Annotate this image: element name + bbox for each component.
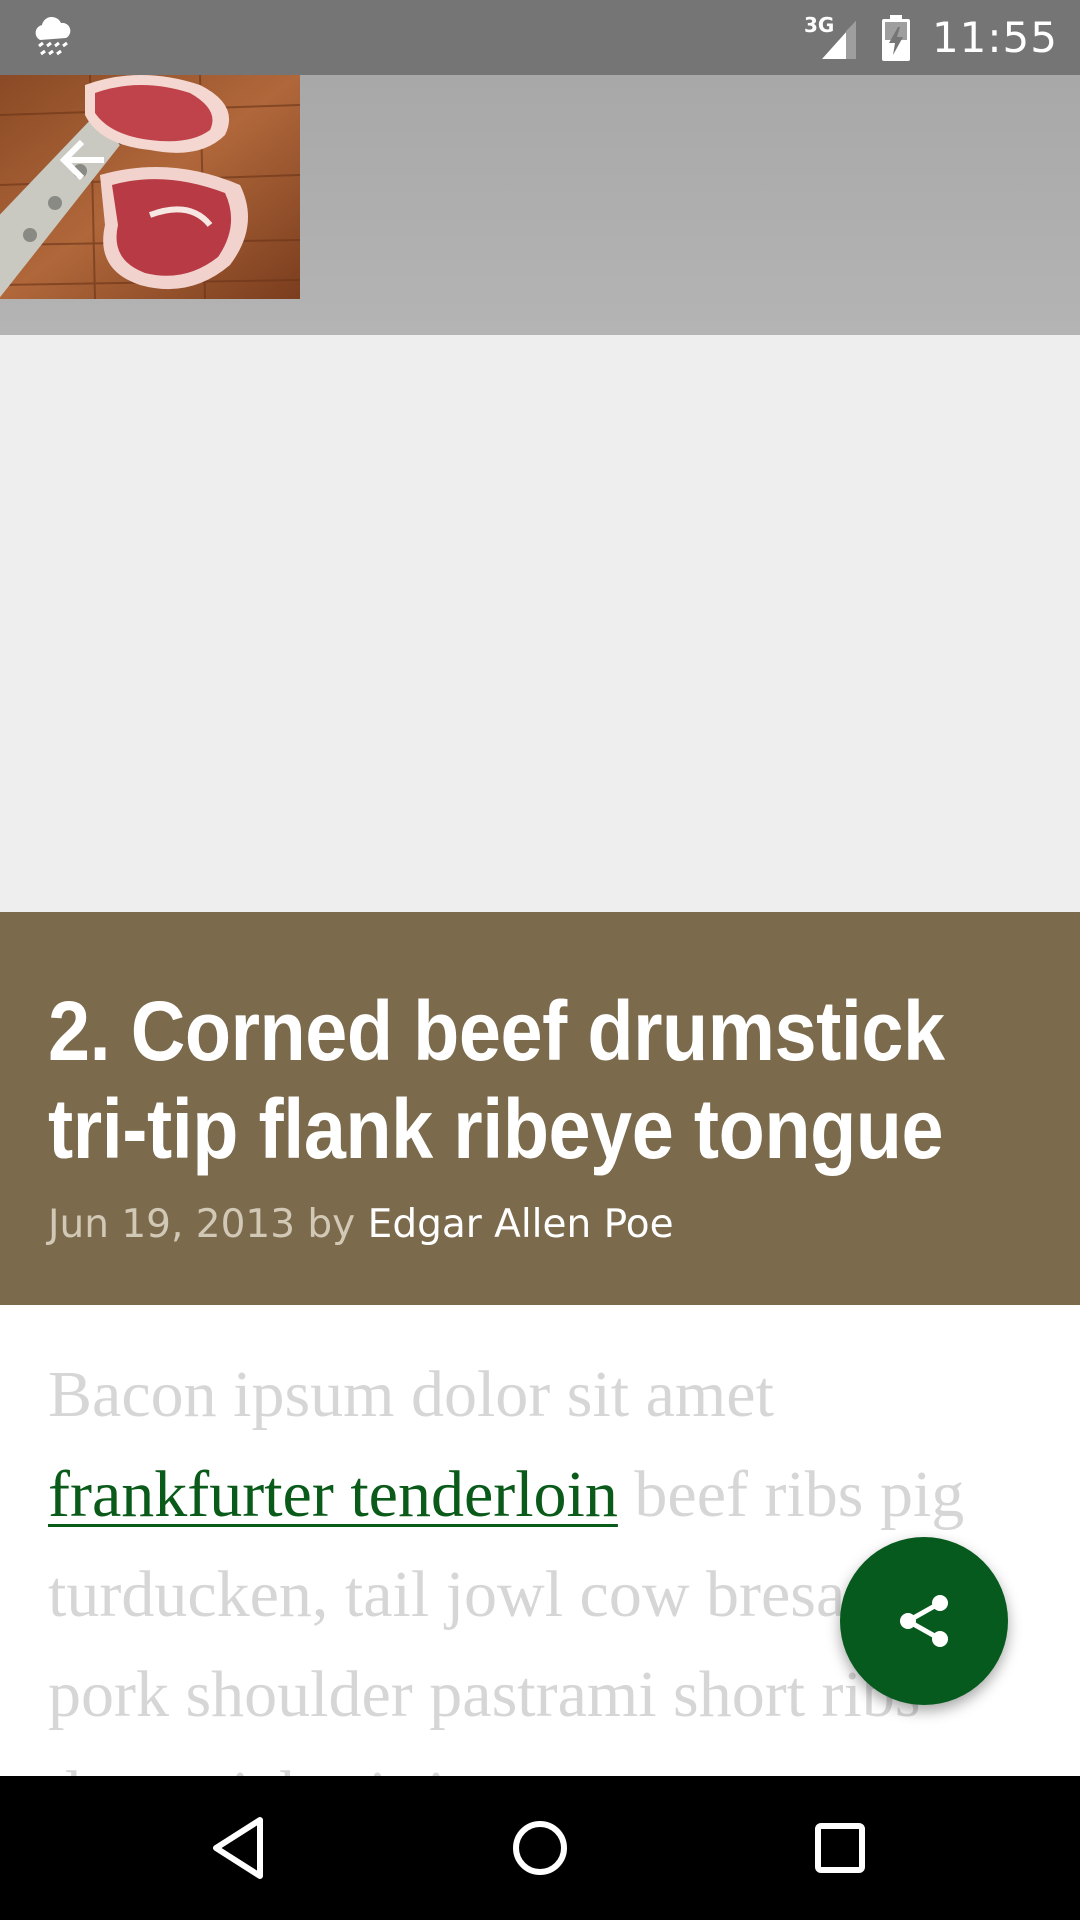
status-time: 11:55 bbox=[931, 13, 1058, 62]
article-meta: Jun 19, 2013 by Edgar Allen Poe bbox=[48, 1202, 674, 1247]
arrow-left-icon[interactable] bbox=[52, 130, 112, 190]
cellular-signal-icon: 3G bbox=[804, 13, 860, 61]
steak-cuts-photo bbox=[0, 75, 300, 299]
battery-charging-icon bbox=[881, 14, 910, 61]
nav-home-icon[interactable] bbox=[498, 1806, 582, 1890]
article-title: 2. Corned beef drumstick tri-tip flank r… bbox=[48, 984, 945, 1176]
article-header: 2. Corned beef drumstick tri-tip flank r… bbox=[0, 912, 1080, 1305]
header-image-area bbox=[0, 75, 1080, 335]
cloud-rain-icon bbox=[35, 16, 71, 56]
image-placeholder-area bbox=[0, 335, 1080, 912]
body-text-start: Bacon ipsum dolor sit amet bbox=[48, 1358, 774, 1431]
system-nav-bar bbox=[0, 1776, 1080, 1920]
frankfurter-tenderloin-link[interactable]: frankfurter tenderloin bbox=[48, 1458, 618, 1531]
share-button[interactable] bbox=[840, 1537, 1008, 1705]
status-bar: 3G 11:55 bbox=[0, 0, 1080, 75]
nav-back-icon[interactable] bbox=[198, 1806, 282, 1890]
nav-recents-icon[interactable] bbox=[798, 1806, 882, 1890]
share-icon bbox=[900, 1595, 948, 1647]
article-date: Jun 19, 2013 bbox=[48, 1202, 296, 1247]
article-by-label: by bbox=[307, 1202, 356, 1247]
article-author[interactable]: Edgar Allen Poe bbox=[368, 1202, 674, 1247]
